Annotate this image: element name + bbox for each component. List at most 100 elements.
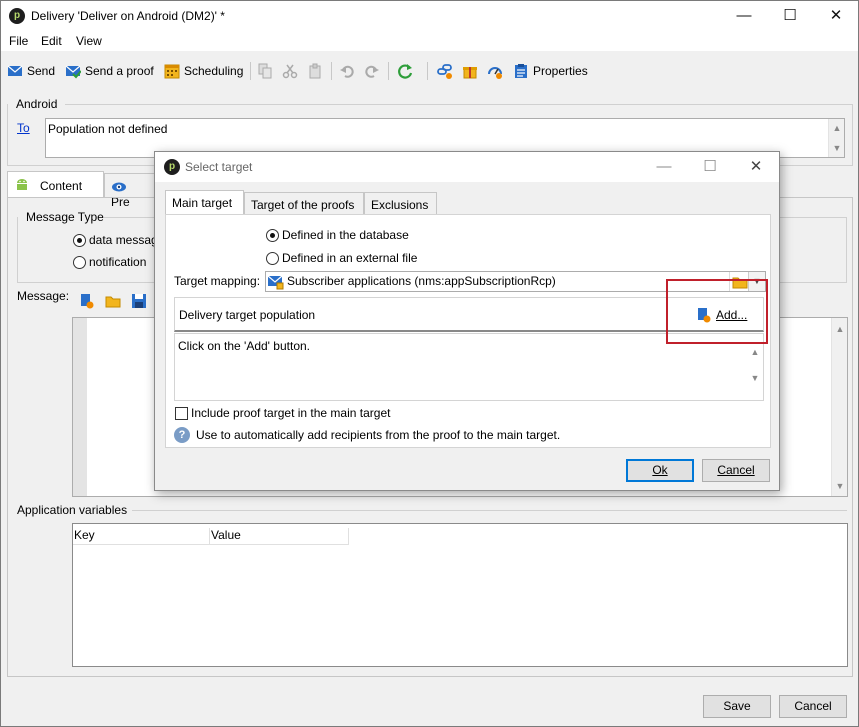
- to-scrollbar[interactable]: ▲ ▼: [828, 119, 844, 157]
- radio-defined-external[interactable]: [266, 252, 279, 265]
- maximize-button[interactable]: ☐: [767, 1, 813, 31]
- scroll-down-icon[interactable]: ▼: [747, 370, 763, 386]
- info-text: Use to automatically add recipients from…: [196, 428, 561, 442]
- radio-notification-label: notification: [89, 255, 147, 269]
- cut-button[interactable]: [282, 61, 298, 81]
- radio-notification[interactable]: [73, 256, 86, 269]
- close-button[interactable]: ✕: [813, 1, 859, 31]
- scroll-down-icon[interactable]: ▼: [832, 478, 848, 494]
- message-save-button[interactable]: [131, 291, 147, 311]
- to-value: Population not defined: [48, 122, 168, 136]
- dialog-maximize-button[interactable]: ☐: [687, 152, 733, 182]
- title-bar: p Delivery 'Deliver on Android (DM2)' * …: [1, 1, 858, 31]
- envelope-check-icon: [65, 63, 82, 79]
- app-variables-divider: [132, 510, 847, 511]
- ok-button[interactable]: Ok: [626, 459, 694, 482]
- gauge-icon: [487, 63, 503, 79]
- envelope-lock-icon: [267, 274, 284, 290]
- dialog-title: Select target: [185, 160, 253, 174]
- tab-main-target[interactable]: Main target: [165, 190, 244, 215]
- calendar-icon: [164, 63, 180, 79]
- app-variables-table[interactable]: Key Value: [72, 523, 848, 667]
- include-proof-label: Include proof target in the main target: [191, 406, 391, 420]
- scroll-up-icon[interactable]: ▲: [832, 321, 848, 337]
- toolbar-separator: [250, 62, 251, 80]
- insert-field-icon: [79, 293, 95, 309]
- properties-button[interactable]: Properties: [513, 61, 588, 81]
- column-header-key[interactable]: Key: [73, 528, 210, 545]
- population-hint: Click on the 'Add' button.: [178, 339, 310, 353]
- android-icon: [14, 177, 30, 193]
- floppy-disk-icon: [131, 293, 147, 309]
- editor-scrollbar[interactable]: ▲ ▼: [831, 318, 847, 496]
- tab-preview[interactable]: Pre: [104, 173, 156, 209]
- radio-data-message-label: data messag: [89, 233, 158, 247]
- link-icon: [437, 63, 453, 79]
- scheduling-button[interactable]: Scheduling: [164, 61, 243, 81]
- cancel-button[interactable]: Cancel: [779, 695, 847, 718]
- radio-defined-database-label: Defined in the database: [282, 228, 409, 242]
- dialog-cancel-button[interactable]: Cancel: [702, 459, 770, 482]
- delivery-population-label: Delivery target population: [179, 308, 316, 322]
- send-label: Send: [27, 64, 56, 78]
- radio-data-message[interactable]: [73, 234, 86, 247]
- toolbar-separator: [388, 62, 389, 80]
- tracking-button[interactable]: [487, 61, 503, 81]
- redo-icon: [364, 63, 380, 79]
- menu-view[interactable]: View: [76, 34, 102, 48]
- save-button[interactable]: Save: [703, 695, 771, 718]
- dialog-close-button[interactable]: ✕: [733, 152, 779, 182]
- tab-exclusions[interactable]: Exclusions: [364, 192, 437, 214]
- minimize-button[interactable]: —: [721, 1, 767, 31]
- radio-defined-external-label: Defined in an external file: [282, 251, 418, 265]
- dialog-title-bar: p Select target — ☐ ✕: [155, 152, 779, 182]
- scroll-up-icon[interactable]: ▲: [829, 120, 845, 136]
- to-link[interactable]: To: [17, 121, 30, 135]
- send-proof-label: Send a proof: [85, 64, 154, 78]
- scissors-icon: [282, 63, 298, 79]
- app-logo-icon: p: [164, 159, 180, 175]
- app-variables-label: Application variables: [17, 503, 128, 517]
- highlight-box: [666, 279, 768, 344]
- dialog-minimize-button[interactable]: —: [641, 152, 687, 182]
- radio-defined-database[interactable]: [266, 229, 279, 242]
- toolbar-separator: [427, 62, 428, 80]
- message-insert-button[interactable]: [79, 291, 95, 311]
- scroll-up-icon[interactable]: ▲: [747, 344, 763, 360]
- redo-button[interactable]: [364, 61, 380, 81]
- tab-content[interactable]: Content: [7, 171, 104, 197]
- paste-button[interactable]: [307, 61, 323, 81]
- gift-icon: [462, 63, 478, 79]
- dialog-cancel-label: Cancel: [717, 463, 755, 477]
- folder-icon: [105, 293, 121, 309]
- include-proof-checkbox[interactable]: [175, 407, 188, 420]
- scroll-down-icon[interactable]: ▼: [829, 140, 845, 156]
- copy-button[interactable]: [257, 61, 273, 81]
- refresh-button[interactable]: [397, 61, 413, 81]
- message-open-button[interactable]: [105, 291, 121, 311]
- properties-label: Properties: [533, 64, 588, 78]
- menu-bar: File Edit View: [1, 31, 858, 51]
- tab-target-of-proofs[interactable]: Target of the proofs: [244, 192, 364, 214]
- message-label: Message:: [17, 289, 70, 303]
- send-button[interactable]: Send: [7, 61, 55, 81]
- toolbar-separator: [331, 62, 332, 80]
- scheduling-label: Scheduling: [184, 64, 244, 78]
- clipboard-list-icon: [513, 63, 529, 79]
- editor-gutter: [73, 318, 87, 496]
- tab-content-label: Content: [40, 179, 83, 193]
- ok-button-label: Ok: [652, 463, 668, 477]
- link-button[interactable]: [437, 61, 453, 81]
- menu-edit[interactable]: Edit: [41, 34, 62, 48]
- gift-button[interactable]: [462, 61, 478, 81]
- eye-icon: [111, 179, 127, 195]
- table-header: Key Value: [73, 524, 349, 545]
- toolbar: Send Send a proof Scheduling Properties: [1, 57, 858, 85]
- column-header-value[interactable]: Value: [211, 528, 349, 545]
- menu-file[interactable]: File: [9, 34, 28, 48]
- send-proof-button[interactable]: Send a proof: [65, 61, 154, 81]
- undo-button[interactable]: [339, 61, 355, 81]
- refresh-icon: [397, 63, 413, 79]
- target-mapping-label: Target mapping:: [174, 274, 261, 288]
- copy-icon: [257, 63, 273, 79]
